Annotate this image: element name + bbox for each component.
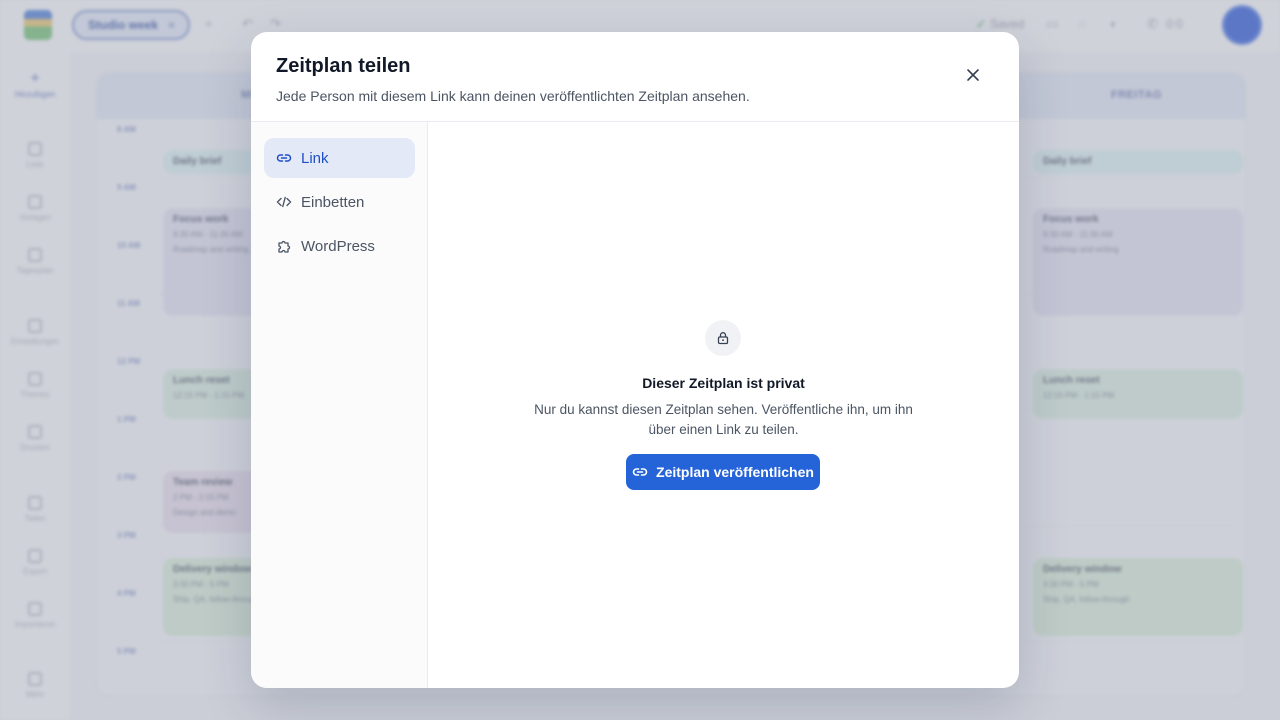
lock-badge — [705, 320, 741, 356]
code-icon — [276, 194, 292, 210]
dialog-subtitle: Jede Person mit diesem Link kann deinen … — [276, 88, 750, 104]
private-description: Nur du kannst diesen Zeitplan sehen. Ver… — [534, 402, 913, 437]
link-icon — [632, 468, 648, 476]
share-method-nav: Link Einbetten WordPress — [251, 122, 428, 688]
tab-embed[interactable]: Einbetten — [264, 182, 415, 222]
puzzle-icon — [276, 238, 292, 254]
tab-label: WordPress — [301, 237, 375, 255]
publish-button-label: Zeitplan veröffentlichen — [656, 464, 814, 480]
lock-icon — [717, 332, 729, 345]
share-schedule-dialog: Zeitplan teilen Jede Person mit diesem L… — [251, 32, 1019, 688]
close-button[interactable] — [961, 63, 985, 87]
close-icon — [967, 69, 979, 81]
private-heading: Dieser Zeitplan ist privat — [642, 375, 805, 391]
link-icon — [276, 150, 292, 166]
publish-schedule-button[interactable]: Zeitplan veröffentlichen — [626, 454, 820, 490]
tab-link[interactable]: Link — [264, 138, 415, 178]
tab-label: Einbetten — [301, 193, 365, 211]
dialog-title: Zeitplan teilen — [276, 55, 411, 77]
share-link-panel: Dieser Zeitplan ist privat Nur du kannst… — [428, 122, 1019, 688]
tab-wordpress[interactable]: WordPress — [264, 226, 415, 266]
dialog-header: Zeitplan teilen Jede Person mit diesem L… — [251, 32, 1019, 122]
tab-label: Link — [301, 149, 329, 167]
